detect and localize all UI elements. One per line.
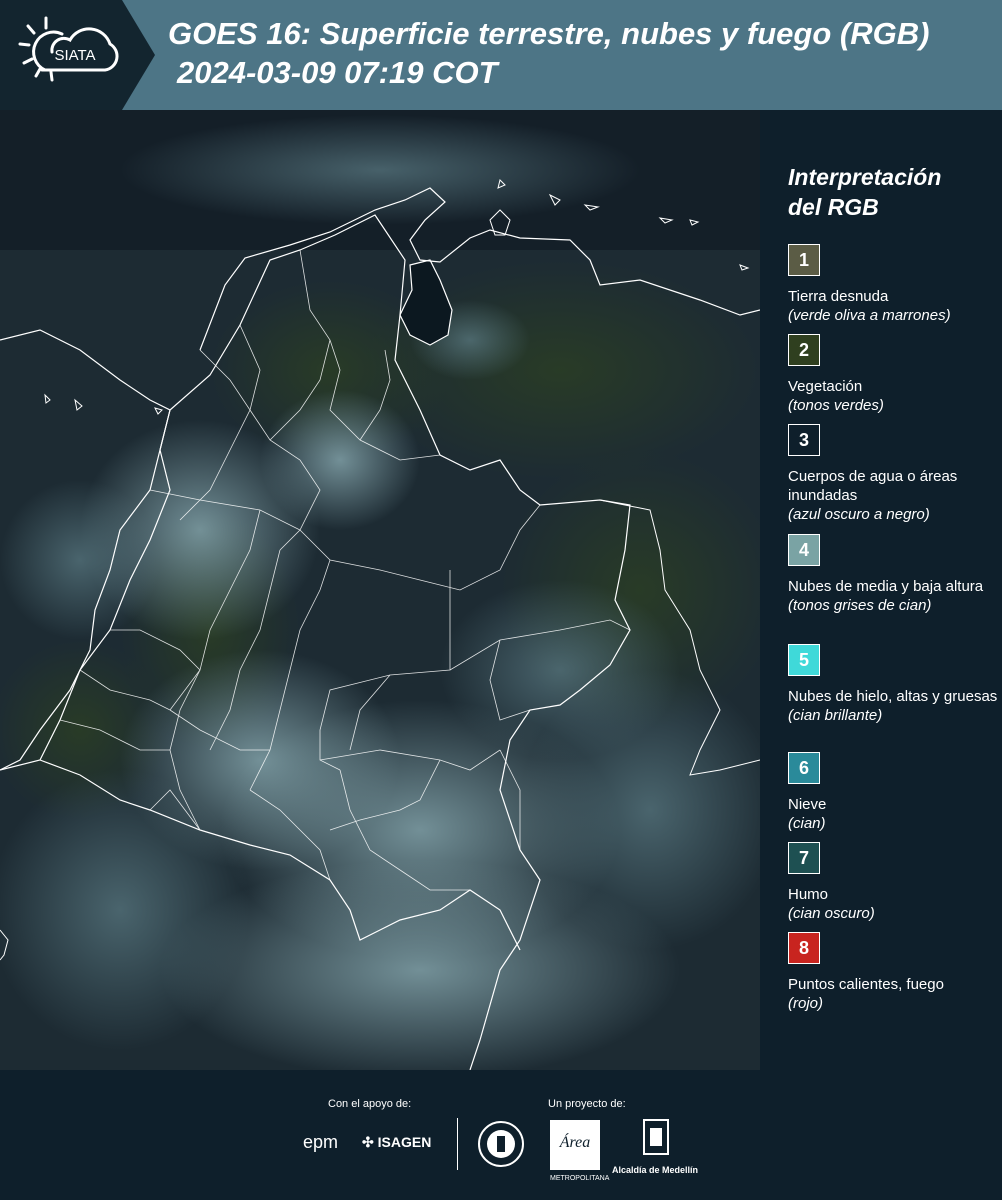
legend-swatch: 8	[788, 932, 820, 964]
alcaldia-logo: Alcaldía de Medellín	[612, 1118, 700, 1175]
header-bar: SIATA GOES 16: Superficie terrestre, nub…	[0, 0, 1002, 110]
legend-item-1: 1 Tierra desnuda (verde oliva a marrones…	[788, 244, 998, 325]
logo-text: SIATA	[54, 47, 95, 64]
legend-label: Puntos calientes, fuego	[788, 976, 944, 993]
legend-title-line2: del RGB	[788, 194, 879, 220]
legend-label: Tierra desnuda	[788, 288, 889, 305]
legend-item-7: 7 Humo (cian oscuro)	[788, 842, 998, 923]
legend-label: Vegetación	[788, 378, 863, 395]
footer-divider	[457, 1118, 458, 1170]
legend-label: Nieve	[788, 796, 827, 813]
legend-label: Cuerpos de agua o áreas inundadas	[788, 468, 958, 504]
legend-swatch: 7	[788, 842, 820, 874]
legend-item-2: 2 Vegetación (tonos verdes)	[788, 334, 998, 415]
support-label: Con el apoyo de:	[328, 1098, 412, 1110]
isagen-icon: ✣	[362, 1134, 374, 1150]
legend-swatch: 1	[788, 244, 820, 276]
legend-sub: (verde oliva a marrones)	[788, 307, 951, 324]
siata-logo: SIATA	[0, 0, 155, 110]
legend-item-3: 3 Cuerpos de agua o áreas inundadas (azu…	[788, 424, 998, 524]
isagen-logo: ✣ ISAGEN	[362, 1134, 431, 1151]
footer: Con el apoyo de: Un proyecto de: epm ✣ I…	[0, 1070, 1002, 1200]
legend-title-line1: Interpretación	[788, 164, 942, 190]
university-seal-icon	[477, 1118, 525, 1175]
legend-swatch: 2	[788, 334, 820, 366]
legend-sub: (cian brillante)	[788, 707, 883, 724]
area-metropolitana-text: METROPOLITANA	[550, 1175, 610, 1182]
legend-label: Humo	[788, 886, 829, 903]
legend-sub: (rojo)	[788, 995, 824, 1012]
svg-text:Área: Área	[559, 1132, 591, 1151]
legend-swatch: 5	[788, 644, 820, 676]
legend-panel: Interpretación del RGB 1 Tierra desnuda …	[760, 110, 1002, 1070]
legend-swatch: 6	[788, 752, 820, 784]
legend-sub: (cian)	[788, 815, 826, 832]
page-timestamp: 2024-03-09 07:19 COT	[177, 55, 498, 90]
legend-item-6: 6 Nieve (cian)	[788, 752, 998, 833]
legend-sub: (tonos verdes)	[788, 397, 884, 414]
legend-item-8: 8 Puntos calientes, fuego (rojo)	[788, 932, 998, 1013]
legend-label: Nubes de hielo, altas y gruesas	[788, 688, 998, 705]
area-metropolitana-logo: Área METROPOLITANA	[550, 1120, 610, 1182]
legend-swatch: 3	[788, 424, 820, 456]
page-title: GOES 16: Superficie terrestre, nubes y f…	[168, 16, 930, 51]
legend-sub: (tonos grises de cian)	[788, 597, 932, 614]
legend-item-5: 5 Nubes de hielo, altas y gruesas (cian …	[788, 644, 998, 725]
legend-swatch: 4	[788, 534, 820, 566]
satellite-map[interactable]	[0, 110, 760, 1070]
alcaldia-text: Alcaldía de Medellín	[612, 1165, 699, 1175]
legend-item-4: 4 Nubes de media y baja altura (tonos gr…	[788, 534, 998, 615]
legend-sub: (azul oscuro a negro)	[788, 506, 930, 523]
legend-label: Nubes de media y baja altura	[788, 578, 984, 595]
legend-title: Interpretación del RGB	[788, 162, 988, 222]
epm-logo: epm	[303, 1132, 339, 1152]
project-label: Un proyecto de:	[548, 1098, 626, 1110]
legend-sub: (cian oscuro)	[788, 905, 875, 922]
isagen-text: ISAGEN	[377, 1134, 432, 1150]
